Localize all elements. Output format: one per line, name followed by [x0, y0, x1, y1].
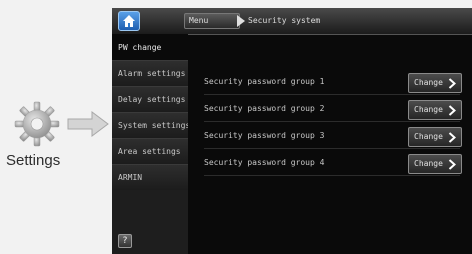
list-row: Security password group 1 Change [204, 72, 462, 95]
list-row: Security password group 3 Change [204, 126, 462, 149]
row-label: Security password group 4 [204, 158, 325, 167]
home-icon [123, 15, 135, 27]
sidebar-item-system-settings[interactable]: System settings [112, 112, 188, 138]
settings-label: Settings [6, 152, 61, 169]
breadcrumb-menu[interactable]: Menu [184, 13, 240, 29]
home-button[interactable] [118, 11, 140, 31]
sidebar-item-area-settings[interactable]: Area settings [112, 138, 188, 164]
list-row: Security password group 4 Change [204, 153, 462, 176]
change-button-label: Change [414, 105, 443, 114]
change-button-label: Change [414, 78, 443, 87]
gear-icon [14, 101, 60, 147]
change-button[interactable]: Change [408, 154, 462, 174]
intro-panel: Settings [0, 0, 112, 254]
sidebar-item-pw-change[interactable]: PW change [112, 34, 188, 60]
row-label: Security password group 3 [204, 131, 325, 140]
breadcrumb-current: Security system [248, 16, 321, 25]
device-screen: Menu Security system PW change Alarm set… [112, 8, 472, 254]
help-button[interactable]: ? [118, 234, 132, 248]
change-button-label: Change [414, 159, 443, 168]
row-label: Security password group 1 [204, 77, 325, 86]
chevron-right-icon [448, 105, 456, 116]
top-bar: Menu Security system [112, 8, 472, 35]
sidebar: PW change Alarm settings Delay settings … [112, 34, 188, 254]
sidebar-item-delay-settings[interactable]: Delay settings [112, 86, 188, 112]
change-button[interactable]: Change [408, 100, 462, 120]
change-button-label: Change [414, 132, 443, 141]
sidebar-item-alarm-settings[interactable]: Alarm settings [112, 60, 188, 86]
breadcrumb-separator-icon [237, 15, 245, 27]
sidebar-item-armin[interactable]: ARMIN [112, 164, 188, 190]
chevron-right-icon [448, 159, 456, 170]
row-label: Security password group 2 [204, 104, 325, 113]
change-button[interactable]: Change [408, 73, 462, 93]
change-button[interactable]: Change [408, 127, 462, 147]
arrow-right-icon [67, 111, 109, 137]
list-row: Security password group 2 Change [204, 99, 462, 122]
chevron-right-icon [448, 78, 456, 89]
chevron-right-icon [448, 132, 456, 143]
